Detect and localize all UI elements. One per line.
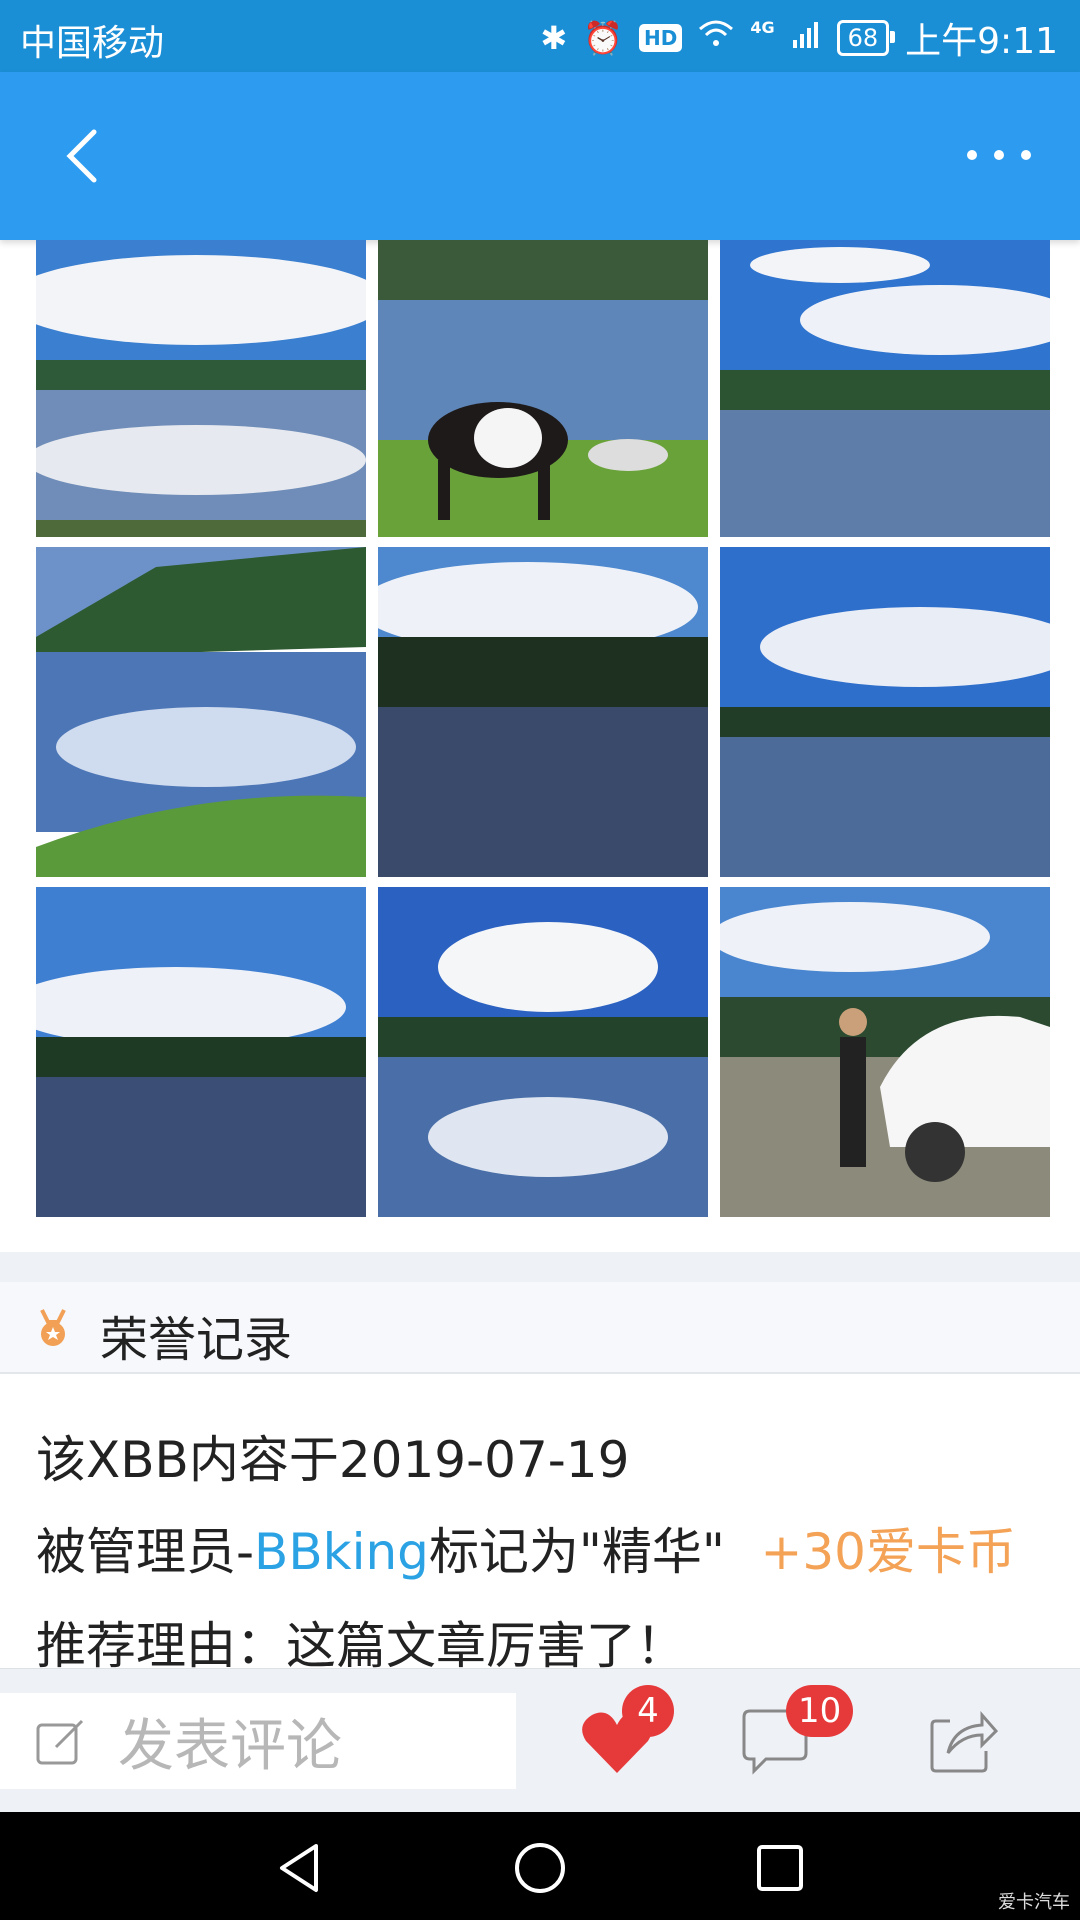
honor-date-line: 该XBB内容于2019-07-19 bbox=[36, 1431, 630, 1489]
hd-icon: HD bbox=[639, 24, 683, 52]
signal-icon bbox=[791, 18, 821, 59]
section-divider bbox=[0, 1252, 1080, 1282]
chevron-left-icon bbox=[66, 129, 97, 183]
photo-black-white-cow[interactable] bbox=[378, 240, 708, 537]
share-button[interactable] bbox=[924, 1703, 1002, 1781]
status-bar: 中国移动 ✱ ⏰ HD 4G 68 上午9:11 bbox=[0, 0, 1080, 72]
status-icons: ✱ ⏰ HD 4G 68 上午9:11 bbox=[540, 12, 1058, 64]
more-button[interactable] bbox=[954, 130, 1044, 180]
system-nav-bar: 爱卡汽车 bbox=[0, 1812, 1080, 1920]
lake-reflection-image bbox=[36, 240, 366, 537]
medal-icon bbox=[40, 1309, 66, 1346]
honor-title: 荣誉记录 bbox=[100, 1312, 293, 1368]
honor-mark-line: 被管理员-BBking标记为"精华" bbox=[36, 1512, 725, 1584]
reward-amount: +30爱卡币 bbox=[760, 1523, 1016, 1581]
photo-lake-reflection-2[interactable] bbox=[720, 240, 1050, 537]
photo-cloud-reflection-lake[interactable] bbox=[378, 887, 708, 1217]
watermark: 爱卡汽车 bbox=[998, 1892, 1070, 1913]
comment-input[interactable]: 发表评论 bbox=[0, 1693, 516, 1789]
back-button[interactable] bbox=[56, 126, 116, 186]
photo-man-with-white-suv[interactable] bbox=[720, 887, 1050, 1217]
photo-dark-lake-trees[interactable] bbox=[378, 547, 708, 877]
share-icon bbox=[930, 1711, 999, 1773]
dark-lake-image bbox=[378, 547, 708, 877]
bluetooth-icon: ✱ bbox=[540, 19, 568, 57]
clock-time: 上午9:11 bbox=[905, 21, 1058, 62]
like-button[interactable]: 4 bbox=[578, 1685, 674, 1781]
hill-lake-image bbox=[36, 547, 366, 877]
lake-reflection-image bbox=[720, 240, 1050, 537]
back-triangle-icon[interactable] bbox=[272, 1840, 328, 1896]
more-dots-icon bbox=[967, 150, 1031, 160]
rippled-lake-image bbox=[36, 887, 366, 1217]
comment-placeholder: 发表评论 bbox=[118, 1713, 342, 1779]
photo-monastery-lake[interactable] bbox=[720, 547, 1050, 877]
top-nav-bar bbox=[0, 72, 1080, 240]
edit-icon bbox=[36, 1719, 84, 1765]
alarm-icon: ⏰ bbox=[583, 19, 623, 57]
like-count-badge: 4 bbox=[622, 1685, 674, 1737]
network-type: 4G bbox=[750, 17, 775, 37]
carrier-name: 中国移动 bbox=[20, 23, 165, 64]
recent-apps-icon[interactable] bbox=[752, 1840, 808, 1896]
honor-section-header: 荣誉记录 bbox=[0, 1282, 1080, 1374]
photo-rippled-lake[interactable] bbox=[36, 887, 366, 1217]
home-circle-icon[interactable] bbox=[512, 1840, 568, 1896]
cloud-reflection-image bbox=[378, 887, 708, 1217]
man-car-image bbox=[720, 887, 1050, 1217]
honor-mark-suffix: 标记为"精华" bbox=[428, 1523, 725, 1581]
photo-lake-reflection-1[interactable] bbox=[36, 240, 366, 537]
cow-image bbox=[378, 240, 708, 537]
wifi-icon bbox=[698, 16, 734, 60]
comments-button[interactable]: 10 bbox=[736, 1685, 854, 1781]
battery-icon: 68 bbox=[836, 20, 895, 56]
honor-mark-prefix: 被管理员- bbox=[36, 1523, 255, 1581]
comment-count-badge: 10 bbox=[786, 1685, 854, 1737]
moderator-link[interactable]: BBking bbox=[254, 1523, 429, 1581]
bottom-action-bar: 发表评论 4 10 bbox=[0, 1668, 1080, 1813]
photo-green-hill-lake[interactable] bbox=[36, 547, 366, 877]
monastery-lake-image bbox=[720, 547, 1050, 877]
